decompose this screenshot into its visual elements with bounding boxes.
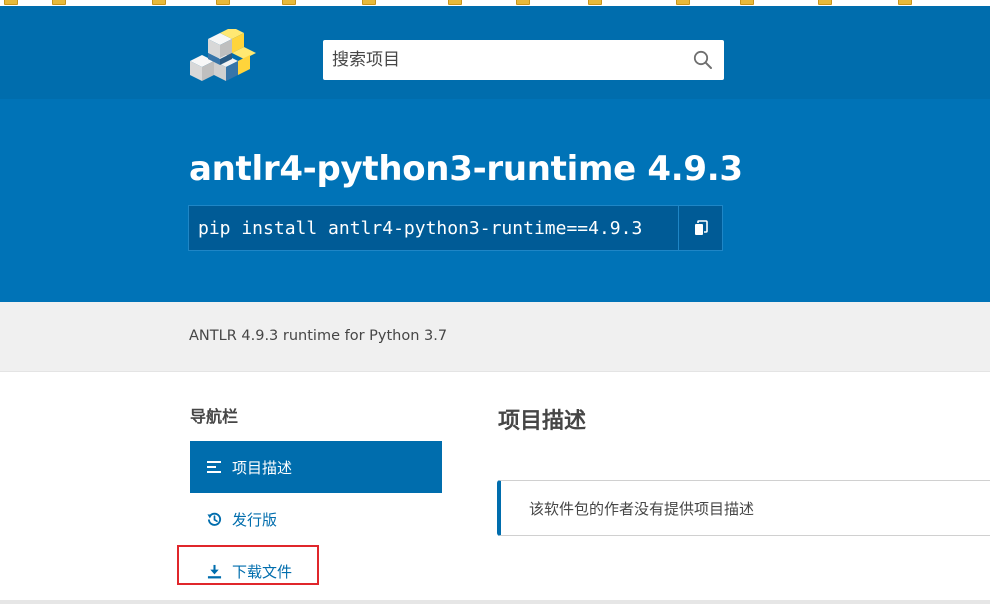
folder-icon (4, 0, 18, 5)
package-banner: antlr4-python3-runtime 4.9.3 pip install… (0, 99, 990, 302)
sidebar-item-label: 项目描述 (232, 458, 293, 477)
package-title: antlr4-python3-runtime 4.9.3 (189, 149, 743, 189)
pypi-logo[interactable] (186, 27, 256, 87)
search-box (323, 40, 724, 80)
package-summary: ANTLR 4.9.3 runtime for Python 3.7 (0, 302, 990, 372)
folder-icon (740, 0, 754, 5)
sidebar-item-releases[interactable]: 发行版 (190, 493, 442, 545)
folder-icon (516, 0, 530, 5)
sidebar-title: 导航栏 (190, 407, 239, 426)
folder-icon (448, 0, 462, 5)
folder-icon (898, 0, 912, 5)
section-title: 项目描述 (498, 409, 587, 434)
folder-icon (362, 0, 376, 5)
copy-button[interactable] (678, 206, 722, 250)
folder-icon (216, 0, 230, 5)
folder-icon (52, 0, 66, 5)
callout-text: 该软件包的作者没有提供项目描述 (529, 499, 755, 518)
pip-command-box: pip install antlr4-python3-runtime==4.9.… (188, 205, 723, 251)
sidebar-item-label: 发行版 (232, 510, 278, 529)
summary-text: ANTLR 4.9.3 runtime for Python 3.7 (189, 328, 448, 344)
pypi-logo-icon (190, 27, 256, 81)
highlight-annotation (177, 545, 319, 585)
copy-icon (694, 220, 708, 235)
folder-icon (588, 0, 602, 5)
folder-icon (282, 0, 296, 5)
search-button[interactable] (682, 40, 724, 80)
search-icon (693, 50, 712, 69)
no-description-callout: 该软件包的作者没有提供项目描述 (497, 480, 990, 536)
sidebar-item-description[interactable]: 项目描述 (190, 441, 442, 493)
folder-icon (152, 0, 166, 5)
history-icon (206, 511, 222, 527)
folder-icon (676, 0, 690, 5)
align-left-icon (206, 459, 222, 475)
divider (0, 600, 990, 604)
folder-icon (818, 0, 832, 5)
pip-command[interactable]: pip install antlr4-python3-runtime==4.9.… (189, 218, 678, 239)
search-input[interactable] (323, 41, 682, 79)
site-header (0, 6, 990, 99)
